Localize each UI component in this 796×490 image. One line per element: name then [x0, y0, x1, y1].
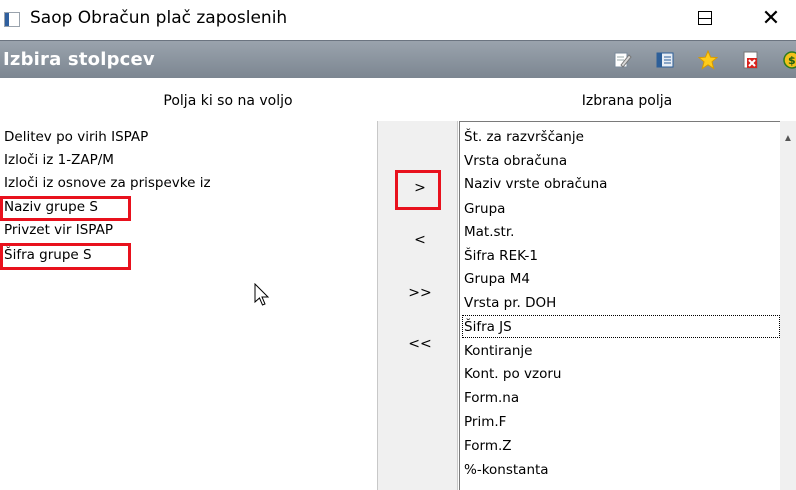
selected-fields-list[interactable]: Št. za razvrščanje Vrsta obračuna Naziv … — [459, 121, 780, 490]
list-item[interactable]: Vrsta pr. DOH — [464, 293, 556, 313]
list-item[interactable]: Prim.F — [464, 412, 506, 432]
app-icon — [4, 12, 20, 27]
remove-button[interactable]: < — [395, 225, 445, 255]
focused-item-outline — [462, 315, 780, 338]
list-item[interactable]: Grupa M4 — [464, 269, 530, 289]
maximize-icon — [698, 11, 712, 25]
list-item[interactable]: Grupa — [464, 199, 505, 219]
window-title: Saop Obračun plač zaposlenih — [30, 8, 288, 28]
list-item[interactable]: Delitev po virih ISPAP — [4, 127, 148, 147]
dollar-icon[interactable]: $ — [782, 50, 796, 70]
list-item[interactable]: Izloči iz 1-ZAP/M — [4, 150, 114, 170]
mouse-cursor-icon — [254, 283, 270, 306]
highlight-box — [395, 170, 441, 210]
svg-text:$: $ — [788, 54, 796, 67]
add-all-button[interactable]: >> — [395, 278, 445, 308]
list-item[interactable]: Naziv vrste obračuna — [464, 174, 607, 194]
list-item[interactable]: Mat.str. — [464, 222, 514, 242]
list-item[interactable]: Kontiranje — [464, 341, 532, 361]
toolbar: Izbira stolpcev — [0, 40, 796, 78]
star-icon[interactable] — [698, 50, 718, 70]
highlight-box — [0, 243, 131, 270]
list-item[interactable]: Šifra REK-1 — [464, 246, 538, 266]
close-button[interactable]: ✕ — [748, 0, 794, 36]
available-fields-header[interactable]: Polja ki so na voljo — [0, 83, 456, 119]
toolbar-title: Izbira stolpcev — [3, 49, 155, 70]
scrollbar[interactable] — [780, 121, 796, 490]
highlight-box — [0, 196, 131, 221]
edit-icon[interactable] — [612, 50, 632, 70]
scroll-up-arrow-icon[interactable]: ▲ — [783, 133, 793, 144]
list-item[interactable]: Privzet vir ISPAP — [4, 220, 113, 240]
columns-icon[interactable] — [655, 50, 675, 70]
list-item[interactable]: Kont. po vzoru — [464, 364, 561, 384]
delete-document-icon[interactable] — [741, 50, 761, 70]
available-fields-list[interactable]: Delitev po virih ISPAP Izloči iz 1-ZAP/M… — [0, 121, 376, 490]
maximize-button[interactable] — [682, 0, 728, 36]
list-item[interactable]: Form.na — [464, 388, 519, 408]
remove-all-button[interactable]: << — [395, 329, 445, 359]
list-item[interactable]: Izloči iz osnove za prispevke iz — [4, 173, 211, 193]
selected-fields-header[interactable]: Izbrana polja — [458, 83, 796, 119]
list-item[interactable]: Št. za razvrščanje — [464, 127, 584, 147]
list-item[interactable]: %-konstanta — [464, 460, 549, 480]
list-item[interactable]: Vrsta obračuna — [464, 151, 567, 171]
title-bar: Saop Obračun plač zaposlenih ✕ — [0, 0, 796, 40]
list-item[interactable]: Form.Z — [464, 436, 512, 456]
